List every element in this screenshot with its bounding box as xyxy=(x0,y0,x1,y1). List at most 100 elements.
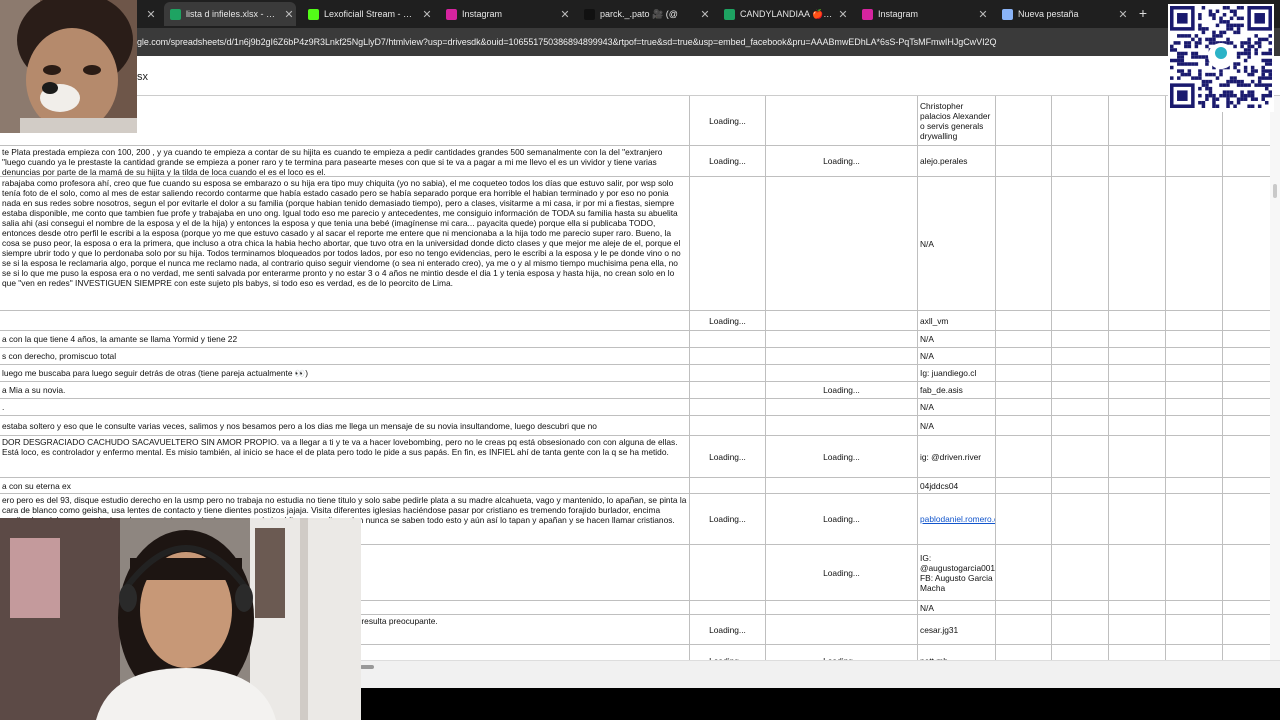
status-cell[interactable] xyxy=(766,348,918,364)
empty-cell[interactable] xyxy=(1166,478,1223,493)
handle-cell[interactable]: Christopher palacios Alexander o servis … xyxy=(918,96,996,145)
empty-cell[interactable] xyxy=(1166,382,1223,398)
empty-cell[interactable] xyxy=(1052,416,1109,435)
empty-cell[interactable] xyxy=(1223,331,1270,347)
empty-cell[interactable] xyxy=(996,494,1052,544)
empty-cell[interactable] xyxy=(996,331,1052,347)
status-cell[interactable]: Loading... xyxy=(766,382,918,398)
handle-cell[interactable]: pablodaniel.romero.ca xyxy=(918,494,996,544)
empty-cell[interactable] xyxy=(1052,399,1109,415)
status-cell[interactable] xyxy=(766,177,918,310)
status-cell[interactable] xyxy=(766,96,918,145)
empty-cell[interactable] xyxy=(1166,399,1223,415)
empty-cell[interactable] xyxy=(1109,436,1166,477)
status-cell[interactable]: Loading... xyxy=(766,146,918,176)
empty-cell[interactable] xyxy=(1223,494,1270,544)
empty-cell[interactable] xyxy=(1109,399,1166,415)
empty-cell[interactable] xyxy=(1223,177,1270,310)
empty-cell[interactable] xyxy=(996,645,1052,660)
description-cell[interactable]: luego me buscaba para luego seguir detrá… xyxy=(0,365,690,381)
empty-cell[interactable] xyxy=(1052,601,1109,614)
empty-cell[interactable] xyxy=(1223,348,1270,364)
empty-cell[interactable] xyxy=(1223,436,1270,477)
empty-cell[interactable] xyxy=(1166,311,1223,330)
status-cell[interactable] xyxy=(766,331,918,347)
status-cell[interactable] xyxy=(690,601,766,614)
empty-cell[interactable] xyxy=(1052,146,1109,176)
status-cell[interactable] xyxy=(690,348,766,364)
vertical-scroll-thumb[interactable] xyxy=(1273,184,1277,198)
empty-cell[interactable] xyxy=(1109,365,1166,381)
empty-cell[interactable] xyxy=(1109,348,1166,364)
empty-cell[interactable] xyxy=(1052,494,1109,544)
handle-cell[interactable]: axll_vm xyxy=(918,311,996,330)
empty-cell[interactable] xyxy=(1223,416,1270,435)
empty-cell[interactable] xyxy=(1166,436,1223,477)
description-cell[interactable] xyxy=(0,311,690,330)
tab-close-icon[interactable]: ✕ xyxy=(420,8,434,21)
handle-cell[interactable]: N/A xyxy=(918,601,996,614)
handle-cell[interactable]: N/A xyxy=(918,399,996,415)
empty-cell[interactable] xyxy=(1109,494,1166,544)
status-cell[interactable]: Loading... xyxy=(766,545,918,600)
horizontal-scroll-thumb[interactable] xyxy=(360,665,374,669)
handle-cell[interactable]: ig: @driven.river xyxy=(918,436,996,477)
description-cell[interactable]: te Plata prestada empieza con 100, 200 ,… xyxy=(0,146,690,176)
empty-cell[interactable] xyxy=(1109,601,1166,614)
empty-cell[interactable] xyxy=(1166,494,1223,544)
handle-cell[interactable]: Ig: juandiego.cl xyxy=(918,365,996,381)
empty-cell[interactable] xyxy=(996,478,1052,493)
status-cell[interactable]: Loading... xyxy=(766,494,918,544)
handle-cell[interactable]: N/A xyxy=(918,177,996,310)
empty-cell[interactable] xyxy=(1109,146,1166,176)
empty-cell[interactable] xyxy=(1109,645,1166,660)
status-cell[interactable] xyxy=(690,365,766,381)
status-cell[interactable] xyxy=(690,416,766,435)
description-cell[interactable]: s con derecho, promiscuo total xyxy=(0,348,690,364)
empty-cell[interactable] xyxy=(1052,365,1109,381)
tab-close-icon[interactable]: ✕ xyxy=(144,8,158,21)
status-cell[interactable]: Loading... xyxy=(690,615,766,644)
handle-cell[interactable]: alejo.perales xyxy=(918,146,996,176)
empty-cell[interactable] xyxy=(1109,545,1166,600)
tab-close-icon[interactable]: ✕ xyxy=(976,8,990,21)
empty-cell[interactable] xyxy=(996,615,1052,644)
description-cell[interactable]: DOR DESGRACIADO CACHUDO SACAVUELTERO SIN… xyxy=(0,436,690,477)
empty-cell[interactable] xyxy=(1052,478,1109,493)
empty-cell[interactable] xyxy=(996,311,1052,330)
empty-cell[interactable] xyxy=(1109,478,1166,493)
empty-cell[interactable] xyxy=(1052,436,1109,477)
empty-cell[interactable] xyxy=(1109,177,1166,310)
tab-close-icon[interactable]: ✕ xyxy=(558,8,572,21)
url-text[interactable]: ogle.com/spreadsheets/d/1n6j9b2gI6Z6bP4z… xyxy=(132,37,996,47)
empty-cell[interactable] xyxy=(1166,177,1223,310)
empty-cell[interactable] xyxy=(996,436,1052,477)
status-cell[interactable] xyxy=(690,177,766,310)
empty-cell[interactable] xyxy=(1166,416,1223,435)
browser-tab[interactable]: Instagram ✕ xyxy=(856,2,990,26)
status-cell[interactable]: Loading... xyxy=(690,494,766,544)
empty-cell[interactable] xyxy=(996,399,1052,415)
empty-cell[interactable] xyxy=(1109,331,1166,347)
status-cell[interactable]: Loading... xyxy=(766,436,918,477)
empty-cell[interactable] xyxy=(1109,96,1166,145)
empty-cell[interactable] xyxy=(996,416,1052,435)
description-cell[interactable]: . xyxy=(0,399,690,415)
handle-cell[interactable]: N/A xyxy=(918,331,996,347)
empty-cell[interactable] xyxy=(1166,645,1223,660)
handle-cell[interactable]: N/A xyxy=(918,416,996,435)
empty-cell[interactable] xyxy=(1052,311,1109,330)
status-cell[interactable]: Loading... xyxy=(690,96,766,145)
empty-cell[interactable] xyxy=(1166,331,1223,347)
empty-cell[interactable] xyxy=(1223,645,1270,660)
handle-cell[interactable]: cesar.jg31 xyxy=(918,615,996,644)
empty-cell[interactable] xyxy=(996,382,1052,398)
description-cell[interactable]: estaba soltero y eso que le consulte var… xyxy=(0,416,690,435)
empty-cell[interactable] xyxy=(1223,311,1270,330)
description-cell[interactable]: rabajaba como profesora ahí, creo que fu… xyxy=(0,177,690,310)
empty-cell[interactable] xyxy=(1052,348,1109,364)
empty-cell[interactable] xyxy=(1223,545,1270,600)
empty-cell[interactable] xyxy=(996,365,1052,381)
browser-tab[interactable]: CANDYLANDIAA 🍎🍎🍎 ✕ xyxy=(718,2,850,26)
empty-cell[interactable] xyxy=(1052,177,1109,310)
